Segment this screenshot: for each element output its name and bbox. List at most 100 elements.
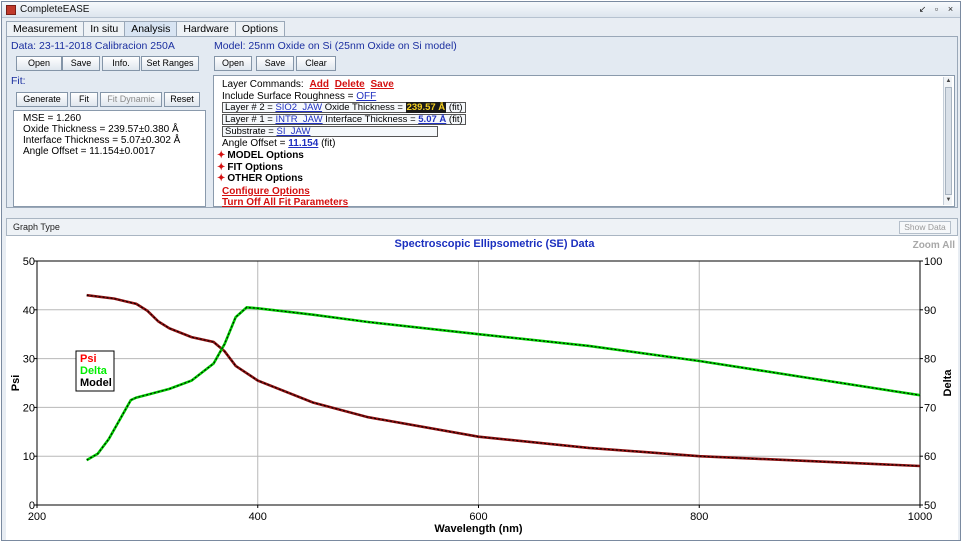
window-title: CompleteEASE (20, 4, 90, 15)
interface-thickness-value[interactable]: 5.07 Å (418, 114, 446, 125)
layer-1-param-label: Interface Thickness = (325, 114, 416, 125)
scroll-up-icon[interactable]: ▲ (944, 77, 953, 86)
tab-options[interactable]: Options (234, 21, 286, 36)
save-layer-link[interactable]: Save (371, 79, 394, 90)
model-options-label: MODEL Options (227, 150, 304, 161)
angle-offset-row: Angle Offset = 11.154 (fit) (222, 138, 336, 149)
analysis-panel: Data: 23-11-2018 Calibracion 250A Open S… (6, 36, 958, 208)
fit-options-label: FIT Options (227, 162, 283, 173)
legend-entry-model: Model (80, 377, 112, 389)
generate-button[interactable]: Generate (16, 92, 68, 107)
y-tick-label: 0 (29, 500, 35, 512)
fit-results-box: MSE = 1.260 Oxide Thickness = 239.57±0.3… (13, 110, 206, 207)
layer-1-row: Layer # 1 = INTR_JAW Interface Thickness… (222, 114, 466, 125)
layer-2-material-link[interactable]: SIO2_JAW (275, 102, 322, 113)
graph-toolbar: Graph Type Show Data (6, 218, 958, 236)
y2-tick-label: 60 (924, 451, 936, 463)
fit-dynamic-button[interactable]: Fit Dynamic (100, 92, 162, 107)
oxide-thickness-result: Oxide Thickness = 239.57±0.380 Å (23, 124, 179, 135)
layer-commands-label: Layer Commands: (222, 79, 304, 90)
model-box: Layer Commands: Add Delete Save Include … (213, 75, 955, 208)
turn-off-fit-params-link[interactable]: Turn Off All Fit Parameters (222, 197, 348, 208)
expand-icon: ✦ (217, 150, 226, 161)
fit-panel-title: Fit: (11, 75, 26, 87)
app-icon (6, 5, 16, 15)
model-save-button[interactable]: Save (256, 56, 294, 71)
scroll-down-icon[interactable]: ▼ (944, 196, 953, 205)
x-tick-label: 400 (249, 511, 267, 523)
graph-area: Spectroscopic Ellipsometric (SE) Data Zoo… (6, 236, 958, 540)
maximize-icon[interactable]: ▫ (931, 4, 942, 15)
se-chart: Spectroscopic Ellipsometric (SE) Data Zoo… (10, 238, 956, 535)
layer-2-label: Layer # 2 = (225, 102, 273, 113)
angle-offset-value[interactable]: 11.154 (288, 138, 318, 149)
y-tick-label: 20 (23, 402, 35, 414)
model-line-delta (86, 306, 921, 461)
layer-2-fit-flag: (fit) (448, 102, 463, 113)
y2-axis-label: Delta (942, 369, 954, 397)
series-line-delta (86, 306, 921, 462)
layer-1-label: Layer # 1 = (225, 114, 273, 125)
oxide-thickness-value[interactable]: 239.57 Å (405, 102, 447, 113)
tab-in-situ[interactable]: In situ (83, 21, 126, 36)
layer-commands-row: Layer Commands: Add Delete Save (222, 79, 394, 90)
set-ranges-button[interactable]: Set Ranges (141, 56, 199, 71)
zoom-all-button[interactable]: Zoom All (913, 240, 956, 251)
legend-entry-delta: Delta (80, 365, 108, 377)
fit-options-toggle[interactable]: ✦ FIT Options (217, 162, 283, 173)
close-icon[interactable]: × (945, 4, 956, 15)
model-scrollbar[interactable]: ▲ ▼ (943, 77, 952, 205)
model-panel-title: Model: 25nm Oxide on Si (25nm Oxide on S… (214, 40, 457, 52)
layer-2-param-label: Oxide Thickness = (324, 102, 403, 113)
expand-icon: ✦ (217, 173, 226, 184)
reset-button[interactable]: Reset (164, 92, 200, 107)
add-layer-link[interactable]: Add (309, 79, 328, 90)
x-tick-label: 1000 (908, 511, 932, 523)
data-panel-title: Data: 23-11-2018 Calibracion 250A (11, 40, 175, 52)
y-tick-label: 10 (23, 451, 35, 463)
y-tick-label: 40 (23, 305, 35, 317)
substrate-material-link[interactable]: SI_JAW (277, 126, 311, 137)
chart-title: Spectroscopic Ellipsometric (SE) Data (395, 238, 596, 250)
roughness-toggle[interactable]: OFF (356, 91, 376, 102)
angle-offset-result: Angle Offset = 11.154±0.0017 (23, 146, 156, 157)
title-bar: CompleteEASE ↙ ▫ × (2, 2, 960, 18)
substrate-row: Substrate = SI_JAW (222, 126, 438, 137)
show-data-button[interactable]: Show Data (899, 221, 951, 234)
roughness-row: Include Surface Roughness = OFF (222, 91, 376, 102)
y2-tick-label: 100 (924, 256, 942, 268)
legend-entry-psi: Psi (80, 353, 97, 365)
x-tick-label: 200 (28, 511, 46, 523)
model-options-toggle[interactable]: ✦ MODEL Options (217, 150, 304, 161)
layer-1-material-link[interactable]: INTR_JAW (275, 114, 322, 125)
graph-type-menu[interactable]: Graph Type (13, 222, 60, 232)
layer-1-fit-flag: (fit) (448, 114, 463, 125)
tab-analysis[interactable]: Analysis (124, 21, 178, 36)
y-axis-label: Psi (10, 375, 22, 392)
angle-offset-fit-flag: (fit) (321, 138, 336, 149)
other-options-toggle[interactable]: ✦ OTHER Options (217, 173, 303, 184)
y-tick-label: 50 (23, 256, 35, 268)
data-info-button[interactable]: Info. (102, 56, 140, 71)
expand-icon: ✦ (217, 162, 226, 173)
interface-thickness-result: Interface Thickness = 5.07±0.302 Å (23, 135, 181, 146)
configure-options-link[interactable]: Configure Options (222, 186, 310, 197)
x-axis-label: Wavelength (nm) (434, 523, 523, 535)
y2-tick-label: 70 (924, 402, 936, 414)
restore-icon[interactable]: ↙ (917, 4, 928, 15)
model-open-button[interactable]: Open (214, 56, 252, 71)
y-tick-label: 30 (23, 354, 35, 366)
fit-button[interactable]: Fit (70, 92, 98, 107)
model-clear-button[interactable]: Clear (296, 56, 336, 71)
y2-tick-label: 50 (924, 500, 936, 512)
scroll-thumb[interactable] (945, 87, 952, 195)
delete-layer-link[interactable]: Delete (335, 79, 365, 90)
mse-value: MSE = 1.260 (23, 113, 82, 124)
tab-measurement[interactable]: Measurement (6, 21, 85, 36)
x-tick-label: 800 (690, 511, 708, 523)
tab-hardware[interactable]: Hardware (176, 21, 236, 36)
y2-tick-label: 90 (924, 305, 936, 317)
data-open-button[interactable]: Open (16, 56, 62, 71)
angle-offset-label: Angle Offset = (222, 138, 286, 149)
data-save-button[interactable]: Save (62, 56, 100, 71)
